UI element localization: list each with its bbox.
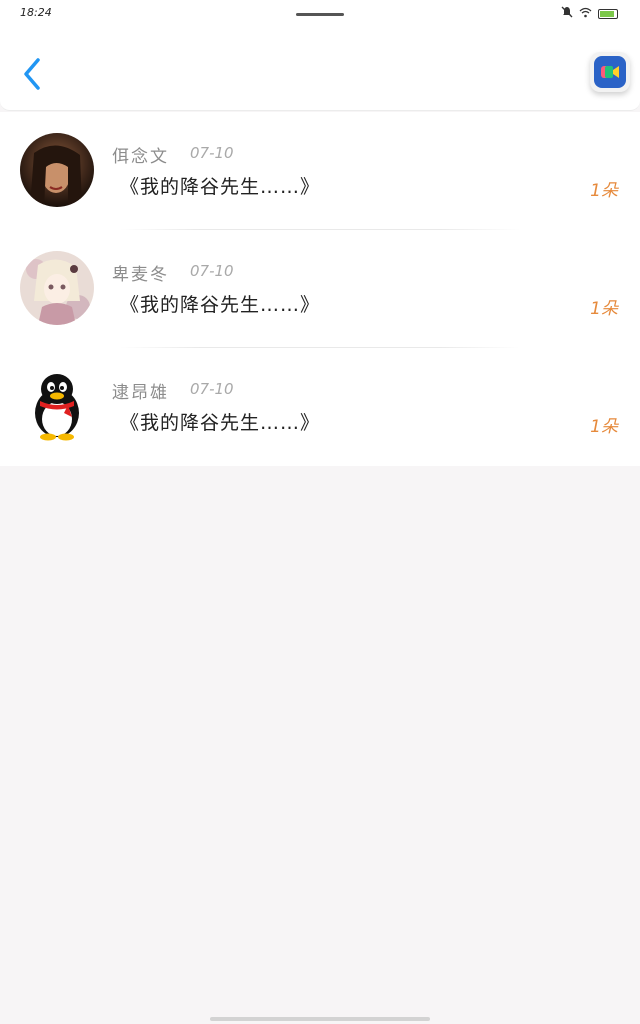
mute-icon (561, 6, 573, 21)
penguin-avatar-icon (20, 369, 94, 443)
book-title: 《我的降谷先生……》 (120, 412, 321, 434)
status-time: 18:24 (20, 6, 52, 19)
list-item[interactable]: 逮昂雄 07-10 《我的降谷先生……》 1朵 (0, 348, 640, 466)
flower-count: 1朵 (590, 417, 618, 437)
list-item[interactable]: 佴念文 07-10 《我的降谷先生……》 1朵 (0, 112, 640, 230)
back-button[interactable] (18, 54, 48, 94)
flower-count: 1朵 (590, 181, 618, 201)
book-title: 《我的降谷先生……》 (120, 176, 321, 198)
sender-name: 逮昂雄 (112, 383, 169, 403)
battery-icon (598, 8, 618, 19)
wifi-icon (579, 7, 592, 21)
gift-list: 佴念文 07-10 《我的降谷先生……》 1朵 卑麦冬 07-10 《我的降谷先… (0, 112, 640, 466)
status-bar: 18:24 (0, 0, 640, 28)
date-label: 07-10 (190, 144, 234, 162)
sender-name: 卑麦冬 (112, 265, 169, 285)
sender-name: 佴念文 (112, 147, 169, 167)
book-title: 《我的降谷先生……》 (120, 294, 321, 316)
list-item[interactable]: 卑麦冬 07-10 《我的降谷先生……》 1朵 (0, 230, 640, 348)
avatar[interactable] (20, 251, 94, 325)
header-bar (0, 28, 640, 111)
flower-count: 1朵 (590, 299, 618, 319)
status-icons (561, 6, 618, 21)
video-call-button[interactable] (590, 52, 630, 92)
video-camera-icon (594, 56, 626, 88)
chevron-left-icon (24, 58, 40, 90)
date-label: 07-10 (190, 380, 234, 398)
home-indicator[interactable] (210, 1017, 430, 1021)
avatar[interactable] (20, 133, 94, 207)
notch-indicator (296, 13, 344, 16)
date-label: 07-10 (190, 262, 234, 280)
avatar[interactable] (20, 369, 94, 443)
